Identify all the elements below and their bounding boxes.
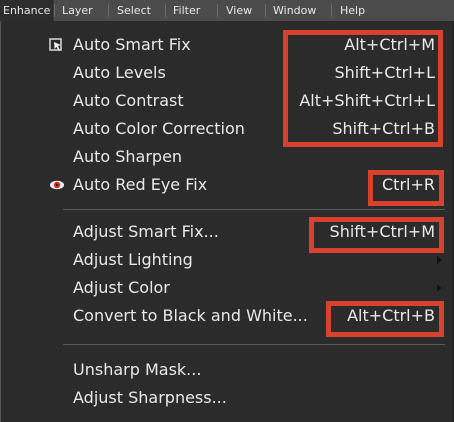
smart-fix-icon [48,31,66,59]
menu-item-label: Convert to Black and White... [73,306,308,325]
menu-item-label: Auto Contrast [73,91,184,110]
menu-item-label: Unsharp Mask... [73,360,202,379]
menu-item-shortcut: Ctrl+R [382,175,435,194]
menu-item-shortcut: Shift+Ctrl+M [329,222,435,241]
menu-item-auto-smart-fix[interactable]: Auto Smart Fix Alt+Ctrl+M [1,31,453,59]
menu-item-adjust-smart-fix[interactable]: Adjust Smart Fix... Shift+Ctrl+M [1,218,453,246]
menu-item-auto-levels[interactable]: Auto Levels Shift+Ctrl+L [1,59,453,87]
menu-item-adjust-sharpness[interactable]: Adjust Sharpness... [1,384,453,412]
menu-item-label: Auto Color Correction [73,119,245,138]
menu-item-auto-color-correction[interactable]: Auto Color Correction Shift+Ctrl+B [1,115,453,143]
menu-view[interactable]: View [226,0,252,21]
menubar-divider [217,4,218,17]
menu-separator [63,344,445,345]
menu-item-shortcut: Shift+Ctrl+L [334,63,435,82]
menu-item-auto-red-eye-fix[interactable]: Auto Red Eye Fix Ctrl+R [1,171,453,199]
submenu-arrow-icon [435,246,443,274]
menu-item-label: Adjust Lighting [73,250,193,269]
menu-item-unsharp-mask[interactable]: Unsharp Mask... [1,356,453,384]
menu-item-adjust-color[interactable]: Adjust Color [1,274,453,302]
menu-enhance[interactable]: Enhance [0,0,55,21]
menu-help[interactable]: Help [340,0,365,21]
menu-item-adjust-lighting[interactable]: Adjust Lighting [1,246,453,274]
menu-item-auto-contrast[interactable]: Auto Contrast Alt+Shift+Ctrl+L [1,87,453,115]
menu-layer[interactable]: Layer [62,0,93,21]
enhance-dropdown-menu: Auto Smart Fix Alt+Ctrl+M Auto Levels Sh… [0,21,454,422]
menu-item-shortcut: Alt+Ctrl+B [347,306,435,325]
menu-item-auto-sharpen[interactable]: Auto Sharpen [1,143,453,171]
menubar-divider [265,4,266,17]
menu-item-label: Auto Smart Fix [73,35,191,54]
red-eye-icon [48,171,66,199]
menubar-divider [165,4,166,17]
menu-item-label: Adjust Color [73,278,170,297]
menu-item-shortcut: Shift+Ctrl+B [332,119,435,138]
menubar: Enhance Layer Select Filter View Window … [0,0,454,21]
menu-filter[interactable]: Filter [173,0,200,21]
menu-window[interactable]: Window [273,0,316,21]
menu-item-shortcut: Alt+Ctrl+M [344,35,435,54]
menu-item-label: Auto Levels [73,63,166,82]
menu-item-label: Auto Sharpen [73,147,183,166]
menubar-divider [331,4,332,17]
menu-item-convert-to-black-and-white[interactable]: Convert to Black and White... Alt+Ctrl+B [1,302,453,330]
menu-item-label: Auto Red Eye Fix [73,175,208,194]
menu-select[interactable]: Select [117,0,151,21]
menubar-divider [108,4,109,17]
menu-separator [63,209,445,210]
menu-item-label: Adjust Sharpness... [73,388,227,407]
menubar-divider [54,4,55,17]
submenu-arrow-icon [435,274,443,302]
menu-item-shortcut: Alt+Shift+Ctrl+L [299,91,435,110]
menu-item-label: Adjust Smart Fix... [73,222,219,241]
